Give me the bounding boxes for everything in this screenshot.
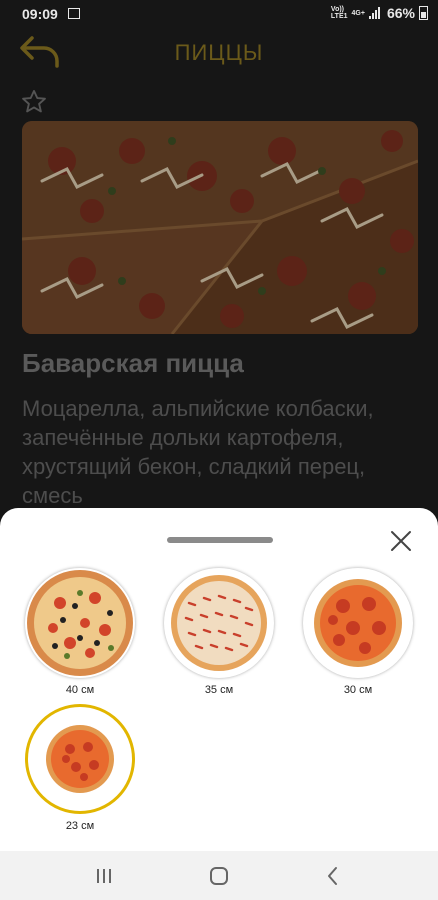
volte-label: Vo)) <box>330 6 345 13</box>
network-type: 4G+ <box>351 9 365 17</box>
product-description: Моцарелла, альпийские колбаски, запечённ… <box>22 396 374 508</box>
product-name: Баварская пицца <box>22 348 244 378</box>
size-selection-sheet: 40 см 35 см 30 см 23 см <box>0 508 438 858</box>
system-nav-bar <box>0 851 438 900</box>
size-pizza-image <box>303 568 413 678</box>
gallery-icon <box>68 8 80 19</box>
size-pizza-image <box>25 704 135 814</box>
size-label-23: 23 см <box>65 820 95 832</box>
status-bar: 09:09 Vo)) LTE1 4G+ 66% <box>0 0 438 28</box>
back-icon[interactable] <box>321 864 345 888</box>
size-pizza-image <box>25 568 135 678</box>
sheet-drag-handle[interactable] <box>167 537 273 543</box>
size-option-23[interactable]: 23 см <box>23 704 137 832</box>
size-label-40: 40 см <box>65 684 95 696</box>
recent-apps-icon[interactable] <box>92 864 116 888</box>
status-right-group: Vo)) LTE1 4G+ 66% <box>331 5 428 21</box>
status-time: 09:09 <box>22 6 58 22</box>
lte-label: LTE1 <box>330 13 348 20</box>
size-option-30[interactable]: 30 см <box>301 568 415 696</box>
size-pizza-image <box>164 568 274 678</box>
size-label-30: 30 см <box>343 684 373 696</box>
size-option-35[interactable]: 35 см <box>162 568 276 696</box>
battery-percent: 66% <box>386 5 415 21</box>
home-icon[interactable] <box>207 864 231 888</box>
pizza-hero-image <box>22 121 418 334</box>
signal-icon <box>368 7 383 19</box>
size-label-35: 35 см <box>204 684 234 696</box>
page-title: ПИЦЦЫ <box>174 40 264 65</box>
close-icon[interactable] <box>389 529 413 553</box>
app-screen: 09:09 Vo)) LTE1 4G+ 66% ПИЦЦЫ Баварская … <box>0 0 438 900</box>
network-info: Vo)) LTE1 <box>331 6 348 20</box>
size-option-40[interactable]: 40 см <box>23 568 137 696</box>
star-outline-icon[interactable] <box>20 88 48 116</box>
battery-icon <box>419 6 428 20</box>
